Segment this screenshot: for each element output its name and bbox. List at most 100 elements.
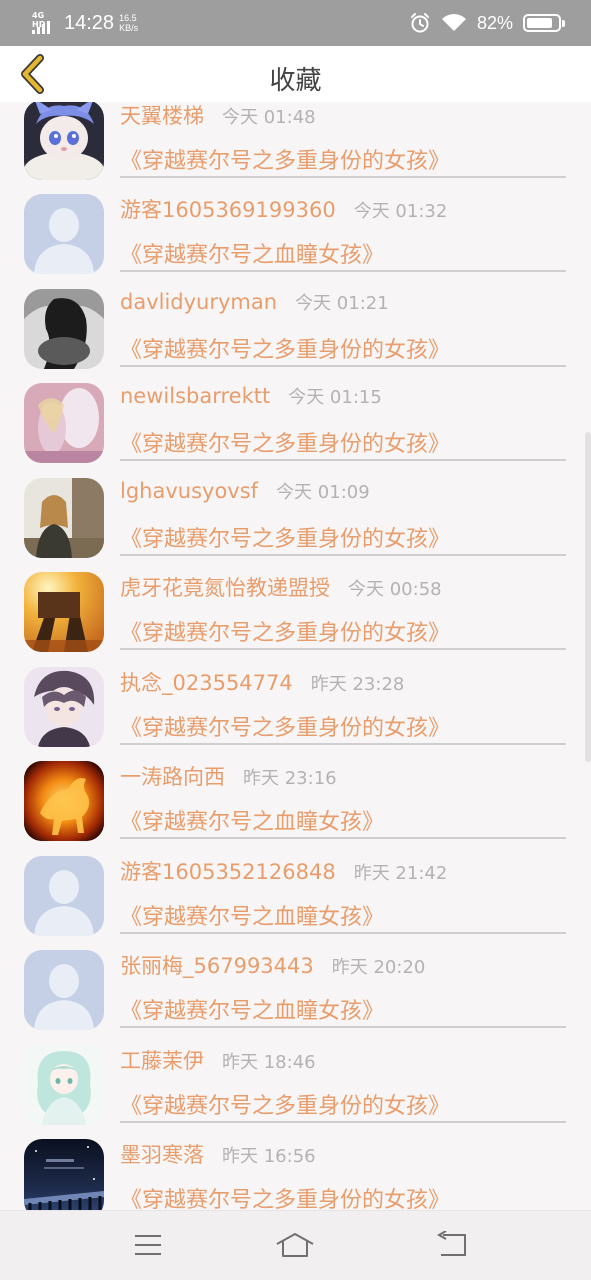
timestamp: 昨天 23:16 bbox=[243, 768, 337, 789]
list-item[interactable]: 虎牙花竟氮怡教递盟授 今天 00:58 《穿越赛尔号之多重身份的女孩》 bbox=[0, 572, 591, 666]
network-speed: 16.5 KB/s bbox=[119, 13, 138, 33]
wifi-icon bbox=[441, 14, 466, 31]
photo-avatar[interactable] bbox=[24, 383, 104, 463]
username[interactable]: 张丽梅_567993443 bbox=[120, 950, 314, 980]
timestamp: 今天 01:32 bbox=[353, 201, 448, 222]
list-item[interactable]: lghavusyovsf 今天 01:09 《穿越赛尔号之多重身份的女孩》 bbox=[0, 478, 591, 572]
cat-avatar[interactable] bbox=[24, 102, 104, 180]
book-title[interactable]: 《穿越赛尔号之多重身份的女孩》 bbox=[120, 143, 450, 175]
photo-avatar[interactable] bbox=[24, 572, 104, 652]
item-meta: 执念_023554774 昨天 23:28 bbox=[120, 667, 567, 707]
timestamp: 今天 01:09 bbox=[276, 482, 370, 503]
battery-icon bbox=[523, 14, 565, 32]
book-title[interactable]: 《穿越赛尔号之血瞳女孩》 bbox=[120, 993, 384, 1025]
photo-avatar[interactable] bbox=[24, 478, 104, 558]
item-meta: 一涛路向西 昨天 23:16 bbox=[120, 761, 567, 801]
item-meta: 张丽梅_567993443 昨天 20:20 bbox=[120, 950, 567, 990]
timestamp: 昨天 16:56 bbox=[222, 1146, 316, 1167]
timestamp: 昨天 23:28 bbox=[310, 674, 405, 695]
list-item[interactable]: 游客1605352126848 昨天 21:42 《穿越赛尔号之血瞳女孩》 bbox=[0, 856, 591, 950]
divider bbox=[120, 932, 566, 934]
item-meta: 虎牙花竟氮怡教递盟授 今天 00:58 bbox=[120, 572, 567, 612]
menu-button[interactable] bbox=[128, 1227, 168, 1263]
book-title[interactable]: 《穿越赛尔号之血瞳女孩》 bbox=[120, 804, 384, 836]
timestamp: 今天 00:58 bbox=[348, 579, 442, 600]
scrollbar[interactable] bbox=[585, 432, 591, 762]
divider bbox=[120, 459, 566, 461]
default-avatar[interactable] bbox=[24, 194, 104, 274]
username[interactable]: 天翼楼梯 bbox=[120, 102, 204, 130]
photo-avatar[interactable] bbox=[24, 289, 104, 369]
night-avatar[interactable] bbox=[24, 1139, 104, 1210]
username[interactable]: 游客1605369199360 bbox=[120, 194, 336, 224]
list-item[interactable]: 一涛路向西 昨天 23:16 《穿越赛尔号之血瞳女孩》 bbox=[0, 761, 591, 855]
item-meta: 游客1605369199360 今天 01:32 bbox=[120, 194, 567, 234]
divider bbox=[120, 176, 566, 178]
book-title[interactable]: 《穿越赛尔号之多重身份的女孩》 bbox=[120, 426, 450, 458]
page-title: 收藏 bbox=[269, 66, 322, 96]
alarm-icon bbox=[410, 13, 429, 33]
timestamp: 今天 01:48 bbox=[222, 107, 316, 128]
divider bbox=[120, 837, 566, 839]
book-title[interactable]: 《穿越赛尔号之多重身份的女孩》 bbox=[120, 521, 450, 553]
divider bbox=[120, 270, 566, 272]
divider bbox=[120, 648, 566, 650]
return-button[interactable] bbox=[431, 1227, 471, 1263]
username[interactable]: 执念_023554774 bbox=[120, 667, 293, 697]
username[interactable]: lghavusyovsf bbox=[120, 479, 258, 503]
username[interactable]: 虎牙花竟氮怡教递盟授 bbox=[120, 572, 330, 602]
username[interactable]: newilsbarrektt bbox=[120, 384, 270, 408]
fire-avatar[interactable] bbox=[24, 761, 104, 841]
username[interactable]: 墨羽寒落 bbox=[120, 1139, 204, 1169]
speed-value: 16.5 bbox=[119, 13, 137, 23]
username[interactable]: 工藤茉伊 bbox=[120, 1045, 204, 1075]
home-button[interactable] bbox=[275, 1227, 315, 1263]
anime-avatar[interactable] bbox=[24, 667, 104, 747]
book-title[interactable]: 《穿越赛尔号之多重身份的女孩》 bbox=[120, 332, 450, 364]
header: 收藏 bbox=[0, 46, 591, 102]
book-title[interactable]: 《穿越赛尔号之血瞳女孩》 bbox=[120, 237, 384, 269]
book-title[interactable]: 《穿越赛尔号之多重身份的女孩》 bbox=[120, 615, 450, 647]
anime-avatar[interactable] bbox=[24, 1045, 104, 1125]
speed-unit: KB/s bbox=[119, 23, 139, 33]
item-meta: 天翼楼梯 今天 01:48 bbox=[120, 102, 567, 140]
system-nav-bar bbox=[0, 1210, 591, 1280]
username[interactable]: 游客1605352126848 bbox=[120, 856, 336, 886]
list-item[interactable]: 墨羽寒落 昨天 16:56 《穿越赛尔号之多重身份的女孩》 bbox=[0, 1139, 591, 1210]
timestamp: 今天 01:15 bbox=[288, 387, 382, 408]
divider bbox=[120, 554, 566, 556]
list-item[interactable]: 游客1605369199360 今天 01:32 《穿越赛尔号之血瞳女孩》 bbox=[0, 194, 591, 288]
divider bbox=[120, 1026, 566, 1028]
book-title[interactable]: 《穿越赛尔号之多重身份的女孩》 bbox=[120, 1182, 450, 1210]
timestamp: 昨天 18:46 bbox=[222, 1052, 316, 1073]
timestamp: 昨天 20:20 bbox=[331, 957, 426, 978]
home-icon bbox=[276, 1233, 314, 1257]
book-title[interactable]: 《穿越赛尔号之多重身份的女孩》 bbox=[120, 710, 450, 742]
item-meta: 墨羽寒落 昨天 16:56 bbox=[120, 1139, 567, 1179]
item-meta: 工藤茉伊 昨天 18:46 bbox=[120, 1045, 567, 1085]
menu-icon bbox=[135, 1235, 161, 1255]
username[interactable]: 一涛路向西 bbox=[120, 761, 225, 791]
book-title[interactable]: 《穿越赛尔号之多重身份的女孩》 bbox=[120, 1088, 450, 1120]
username[interactable]: davlidyuryman bbox=[120, 290, 277, 314]
status-left: 4G HD 14:28 16.5 KB/s bbox=[32, 9, 138, 37]
status-time: 14:28 bbox=[64, 11, 115, 34]
back-icon bbox=[436, 1231, 466, 1256]
item-meta: lghavusyovsf 今天 01:09 bbox=[120, 478, 567, 518]
list-item[interactable]: newilsbarrektt 今天 01:15 《穿越赛尔号之多重身份的女孩》 bbox=[0, 383, 591, 477]
list-item[interactable]: 天翼楼梯 今天 01:48 《穿越赛尔号之多重身份的女孩》 bbox=[0, 102, 591, 194]
item-meta: davlidyuryman 今天 01:21 bbox=[120, 289, 567, 329]
default-avatar[interactable] bbox=[24, 856, 104, 936]
list-item[interactable]: 张丽梅_567993443 昨天 20:20 《穿越赛尔号之血瞳女孩》 bbox=[0, 950, 591, 1044]
item-meta: newilsbarrektt 今天 01:15 bbox=[120, 383, 567, 423]
list-item[interactable]: 执念_023554774 昨天 23:28 《穿越赛尔号之多重身份的女孩》 bbox=[0, 667, 591, 761]
divider bbox=[120, 365, 566, 367]
default-avatar[interactable] bbox=[24, 950, 104, 1030]
battery-percent: 82% bbox=[476, 12, 513, 33]
favorites-list[interactable]: 天翼楼梯 今天 01:48 《穿越赛尔号之多重身份的女孩》 游客16053691… bbox=[0, 102, 591, 1210]
status-bar: 4G HD 14:28 16.5 KB/s 82% bbox=[0, 0, 591, 46]
book-title[interactable]: 《穿越赛尔号之血瞳女孩》 bbox=[120, 899, 384, 931]
divider bbox=[120, 743, 566, 745]
list-item[interactable]: davlidyuryman 今天 01:21 《穿越赛尔号之多重身份的女孩》 bbox=[0, 289, 591, 383]
list-item[interactable]: 工藤茉伊 昨天 18:46 《穿越赛尔号之多重身份的女孩》 bbox=[0, 1045, 591, 1139]
